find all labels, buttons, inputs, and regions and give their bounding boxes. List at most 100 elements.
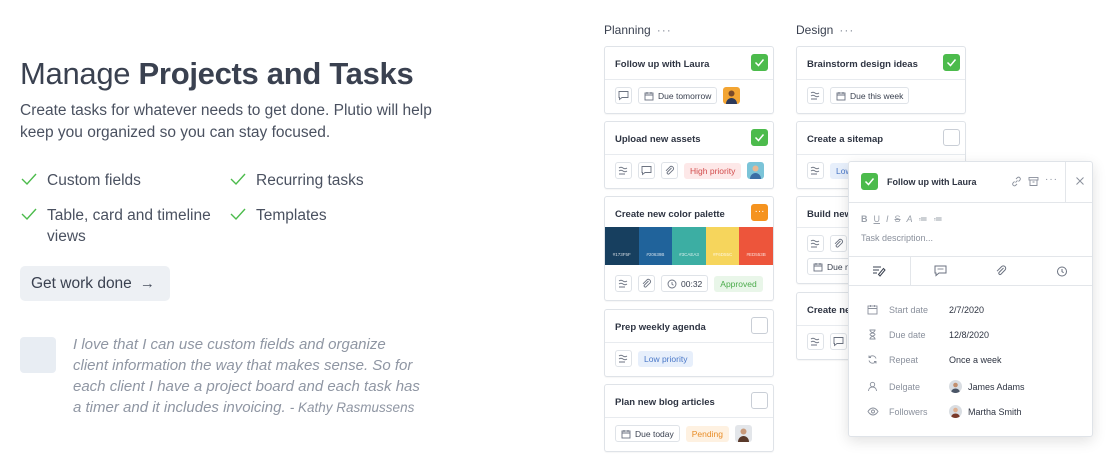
- check-icon: [21, 208, 37, 221]
- quote-author: - Kathy Rasmussens: [289, 400, 415, 415]
- format-toolbar: B U I S A ≔ ≔: [861, 214, 943, 225]
- tab-comments[interactable]: [911, 257, 972, 285]
- avatar: [734, 425, 752, 442]
- description-icon[interactable]: [807, 333, 824, 350]
- task-description-input[interactable]: Task description...: [861, 233, 933, 243]
- task-card[interactable]: Plan new blog articles Due today Pending: [604, 384, 774, 452]
- timer-icon: [667, 279, 677, 288]
- link-icon[interactable]: [1011, 176, 1022, 187]
- swatch-code: #20639B: [646, 252, 665, 257]
- description-icon[interactable]: [615, 162, 632, 179]
- task-checkbox[interactable]: [751, 317, 768, 334]
- check-icon: [754, 134, 765, 142]
- comment-icon[interactable]: [615, 87, 632, 104]
- description-icon[interactable]: [807, 87, 824, 104]
- numbered-list-icon[interactable]: ≔: [934, 214, 943, 225]
- property-value: 2/7/2020: [949, 305, 985, 315]
- column-header-planning[interactable]: Planning ···: [604, 23, 672, 37]
- due-date-chip[interactable]: Due tomorrow: [638, 87, 718, 104]
- status-tag[interactable]: Pending: [685, 425, 729, 442]
- comment-icon[interactable]: [830, 333, 847, 350]
- strikethrough-icon[interactable]: S: [895, 214, 901, 225]
- swatch-code: #3CAEA3: [679, 252, 699, 257]
- underline-icon[interactable]: U: [874, 214, 881, 225]
- avatar: [20, 337, 56, 373]
- task-checkbox[interactable]: [751, 129, 768, 146]
- check-icon: [230, 173, 246, 186]
- swatch-code: #F6D55C: [712, 252, 733, 257]
- close-icon[interactable]: [1075, 176, 1085, 186]
- eye-icon: [867, 407, 879, 415]
- timer-icon: [1056, 266, 1067, 277]
- description-icon[interactable]: [615, 350, 632, 367]
- task-title: Plan new blog articles: [615, 397, 715, 408]
- title-bold: Projects and Tasks: [138, 56, 414, 91]
- tab-details[interactable]: [849, 257, 911, 285]
- task-checkbox[interactable]: [751, 54, 768, 71]
- check-icon: [21, 173, 37, 186]
- color-swatch[interactable]: #20639B: [638, 227, 673, 265]
- task-card[interactable]: Prep weekly agenda Low priority: [604, 309, 774, 377]
- italic-icon[interactable]: I: [886, 214, 889, 225]
- due-date-chip[interactable]: Due today: [615, 425, 680, 442]
- property-followers[interactable]: Followers Martha Smith: [867, 405, 1022, 418]
- description-icon[interactable]: [615, 275, 632, 292]
- details-icon: [873, 266, 886, 277]
- task-detail-panel: Follow up with Laura ··· B U I S A ≔ ≔ T…: [848, 161, 1093, 437]
- priority-tag[interactable]: High priority: [684, 162, 742, 179]
- hourglass-icon: [869, 329, 876, 340]
- tab-timer[interactable]: [1032, 257, 1093, 285]
- task-meta: Due tomorrow: [615, 87, 741, 104]
- calendar-icon: [867, 305, 878, 315]
- avatar: [723, 87, 741, 104]
- property-delegate[interactable]: Delgate James Adams: [867, 380, 1025, 393]
- task-menu-button[interactable]: ···: [751, 204, 768, 221]
- task-checkbox[interactable]: [943, 54, 960, 71]
- task-checkbox[interactable]: [943, 129, 960, 146]
- button-label: Get work done: [31, 274, 132, 292]
- task-card[interactable]: Follow up with Laura Due tomorrow: [604, 46, 774, 114]
- due-date-chip[interactable]: Due this week: [830, 87, 910, 104]
- attachment-icon[interactable]: [638, 275, 655, 292]
- description-icon[interactable]: [807, 235, 824, 252]
- priority-tag[interactable]: Low priority: [638, 350, 694, 367]
- property-label: Start date: [889, 305, 929, 315]
- archive-icon[interactable]: [1028, 176, 1039, 187]
- task-card[interactable]: Brainstorm design ideas Due this week: [796, 46, 966, 114]
- property-label: Followers: [889, 406, 928, 417]
- feature-item: Recurring tasks: [229, 170, 419, 191]
- column-header-design[interactable]: Design ···: [796, 23, 854, 37]
- color-swatch[interactable]: #ED553B: [739, 227, 773, 265]
- color-swatch[interactable]: #3CAEA3: [672, 227, 706, 265]
- color-swatch[interactable]: #173F5F: [605, 227, 639, 265]
- property-repeat[interactable]: Repeat Once a week: [867, 355, 1002, 365]
- attachment-icon[interactable]: [830, 235, 847, 252]
- bold-icon[interactable]: B: [861, 214, 868, 225]
- avatar: [949, 380, 962, 393]
- status-tag[interactable]: Approved: [714, 275, 763, 292]
- timer-chip[interactable]: 00:32: [661, 275, 709, 292]
- feature-label: Recurring tasks: [256, 172, 364, 189]
- comment-icon: [934, 265, 947, 277]
- task-card[interactable]: Upload new assets High priority: [604, 121, 774, 189]
- task-checkbox[interactable]: [861, 173, 878, 190]
- task-meta: 00:32 Approved: [615, 275, 763, 292]
- avatar: [747, 162, 765, 179]
- property-value: Once a week: [949, 355, 1002, 365]
- property-due-date[interactable]: Due date 12/8/2020: [867, 329, 989, 340]
- comment-icon[interactable]: [638, 162, 655, 179]
- column-menu-icon[interactable]: ···: [839, 23, 854, 37]
- task-checkbox[interactable]: [751, 392, 768, 409]
- column-menu-icon[interactable]: ···: [657, 23, 672, 37]
- bullet-list-icon[interactable]: ≔: [919, 214, 928, 225]
- feature-item: Templates: [229, 205, 419, 226]
- more-icon[interactable]: ···: [1045, 174, 1058, 185]
- get-work-done-button[interactable]: Get work done →: [20, 266, 170, 301]
- text-color-icon[interactable]: A: [907, 214, 913, 225]
- task-card[interactable]: Create new color palette ··· #173F5F #20…: [604, 196, 774, 301]
- description-icon[interactable]: [807, 162, 824, 179]
- color-swatch[interactable]: #F6D55C: [705, 227, 740, 265]
- tab-attachments[interactable]: [971, 257, 1032, 285]
- attachment-icon[interactable]: [661, 162, 678, 179]
- property-start-date[interactable]: Start date 2/7/2020: [867, 305, 984, 315]
